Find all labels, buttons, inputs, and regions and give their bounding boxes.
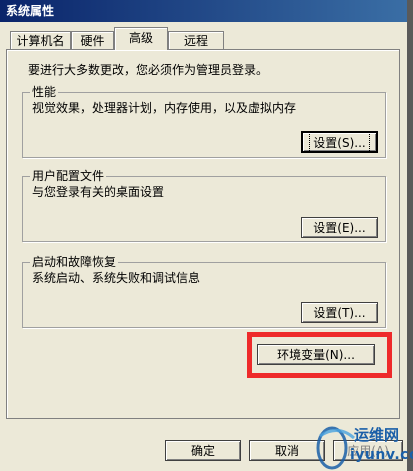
tab-computer-name[interactable]: 计算机名 xyxy=(10,31,71,49)
tab-hardware[interactable]: 硬件 xyxy=(71,31,114,49)
performance-settings-button[interactable]: 设置(S)... xyxy=(301,131,378,153)
watermark-bottom-text: iyunv.com xyxy=(350,447,413,463)
background-strip xyxy=(407,0,413,471)
startup-recovery-group: 启动和故障恢复 系统启动、系统失败和调试信息 设置(T)... xyxy=(22,255,386,328)
performance-group-title: 性能 xyxy=(30,85,59,99)
system-properties-window: 系统属性 计算机名 硬件 高级 远程 要进行大多数更改，您必须作为管理员登录。 … xyxy=(0,0,407,471)
user-profiles-group: 用户配置文件 与您登录有关的桌面设置 设置(E)... xyxy=(22,169,386,242)
watermark-top-text: 运维网 xyxy=(354,426,400,444)
startup-recovery-group-title: 启动和故障恢复 xyxy=(30,255,119,269)
user-profiles-description: 与您登录有关的桌面设置 xyxy=(32,185,165,199)
admin-notice: 要进行大多数更改，您必须作为管理员登录。 xyxy=(28,63,269,77)
title-bar[interactable]: 系统属性 xyxy=(0,0,407,22)
watermark: 运维网 iyunv.com xyxy=(310,418,413,471)
tab-advanced[interactable]: 高级 xyxy=(114,27,168,50)
startup-recovery-description: 系统启动、系统失败和调试信息 xyxy=(32,271,201,285)
performance-description: 视觉效果，处理器计划，内存使用，以及虚拟内存 xyxy=(32,101,297,115)
highlight-box xyxy=(247,332,392,378)
performance-group: 性能 视觉效果，处理器计划，内存使用，以及虚拟内存 设置(S)... xyxy=(22,85,386,158)
ok-button[interactable]: 确定 xyxy=(165,440,241,461)
tab-remote[interactable]: 远程 xyxy=(168,31,224,49)
startup-recovery-settings-button[interactable]: 设置(T)... xyxy=(301,302,378,323)
user-profiles-group-title: 用户配置文件 xyxy=(30,169,107,183)
window-title: 系统属性 xyxy=(6,4,55,18)
user-profiles-settings-button[interactable]: 设置(E)... xyxy=(301,217,378,238)
